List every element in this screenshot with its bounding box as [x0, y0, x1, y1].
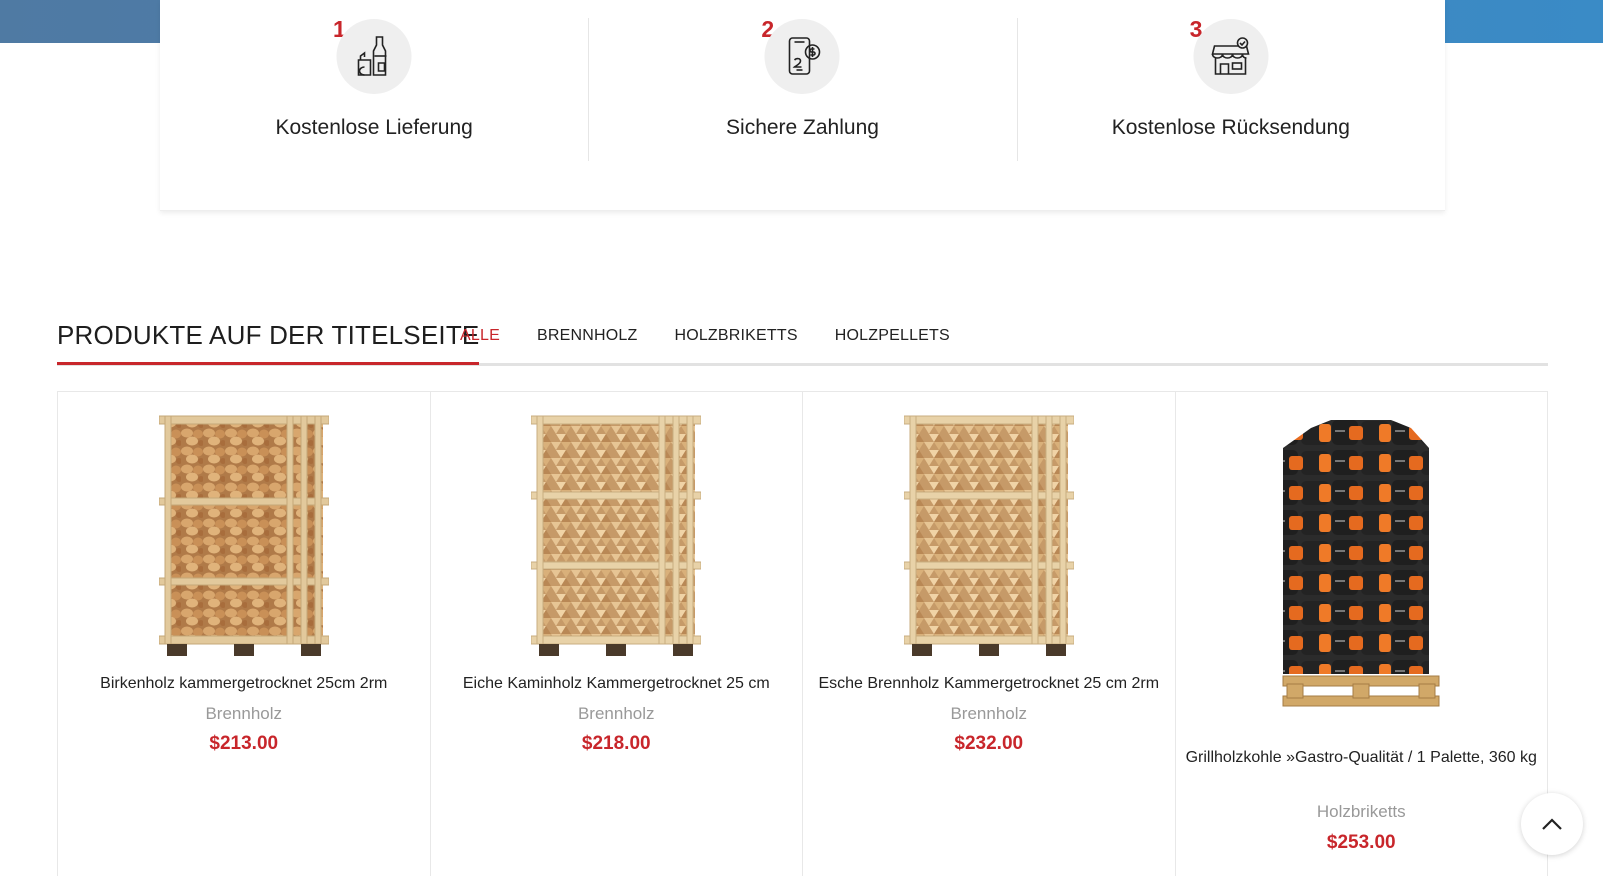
section-title: PRODUKTE AUF DER TITELSEITE [57, 320, 480, 365]
features-box: 1. Kostenlose Lieferung 2. Sichere Zahlu… [160, 0, 1445, 211]
product-image[interactable] [1271, 418, 1451, 718]
product-card[interactable]: Eiche Kaminholz Kammergetrocknet 25 cm B… [431, 392, 803, 876]
product-price: $232.00 [954, 733, 1024, 754]
product-name[interactable]: Birkenholz kammergetrocknet 25cm 2rm [66, 672, 422, 696]
product-tabs: ALLE BRENNHOLZ HOLZBRIKETTS HOLZPELLETS [460, 327, 987, 345]
bottle-jar-icon [336, 19, 412, 94]
product-category[interactable]: Holzbriketts [1176, 802, 1548, 822]
product-category[interactable]: Brennholz [431, 704, 803, 724]
chevron-up-icon [1542, 818, 1562, 830]
product-image[interactable] [158, 410, 329, 660]
feature-title: Sichere Zahlung [726, 116, 879, 139]
product-name[interactable]: Esche Brennholz Kammergetrocknet 25 cm 2… [811, 672, 1167, 696]
scroll-to-top-button[interactable] [1521, 793, 1583, 855]
product-name[interactable]: Grillholzkohle »Gastro-Qualität / 1 Pale… [1184, 746, 1540, 770]
feature-title: Kostenlose Rücksendung [1111, 116, 1350, 139]
feature-free-return: 3. Kostenlose Rücksendung [1016, 0, 1445, 210]
product-card[interactable]: Birkenholz kammergetrocknet 25cm 2rm Bre… [58, 392, 431, 876]
product-card[interactable]: Esche Brennholz Kammergetrocknet 25 cm 2… [803, 392, 1176, 876]
feature-free-delivery: 1. Kostenlose Lieferung [160, 0, 588, 210]
product-image[interactable] [531, 410, 702, 660]
product-grid: Birkenholz kammergetrocknet 25cm 2rm Bre… [57, 391, 1548, 876]
product-card[interactable]: Grillholzkohle »Gastro-Qualität / 1 Pale… [1176, 392, 1548, 876]
tab-holzbriketts[interactable]: HOLZBRIKETTS [674, 327, 797, 345]
phone-payment-icon [764, 19, 840, 94]
tab-alle[interactable]: ALLE [460, 327, 500, 345]
product-name[interactable]: Eiche Kaminholz Kammergetrocknet 25 cm [439, 672, 795, 696]
store-icon [1193, 19, 1269, 94]
feature-secure-payment: 2. Sichere Zahlung [588, 0, 1016, 210]
product-category[interactable]: Brennholz [58, 704, 430, 724]
tab-holzpellets[interactable]: HOLZPELLETS [835, 327, 950, 345]
product-price: $253.00 [1326, 832, 1396, 853]
feature-title: Kostenlose Lieferung [275, 116, 473, 139]
product-image[interactable] [903, 410, 1074, 660]
product-price: $213.00 [209, 733, 279, 754]
product-price: $218.00 [581, 733, 651, 754]
tab-brennholz[interactable]: BRENNHOLZ [537, 327, 637, 345]
products-header: PRODUKTE AUF DER TITELSEITE ALLE BRENNHO… [57, 318, 1548, 366]
product-category[interactable]: Brennholz [803, 704, 1175, 724]
